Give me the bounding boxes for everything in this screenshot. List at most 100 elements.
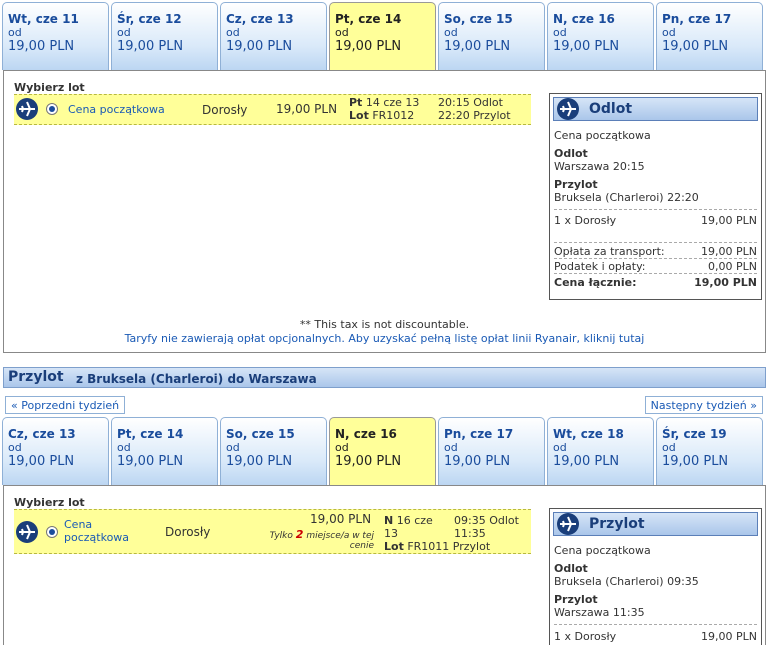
dep-time: 20:15 [438, 96, 470, 109]
tab-od: od [662, 441, 676, 454]
return-date-tab[interactable]: Pt, cze 14 od 19,00 PLN [111, 417, 218, 485]
outbound-date-tab-selected[interactable]: Pt, cze 14 od 19,00 PLN [329, 2, 436, 70]
fare-name[interactable]: Cena początkowa [68, 103, 165, 116]
tab-day: Pt, cze 14 [335, 12, 402, 26]
tax-note: ** This tax is not discountable. [299, 318, 470, 331]
return-panel: Wybierz lot Cena początkowa Dorosły 19,0… [3, 485, 766, 645]
tab-day: Wt, cze 18 [553, 427, 624, 441]
summary-arr-label: Przylot [554, 178, 598, 191]
return-date-tab[interactable]: Pn, cze 17 od 19,00 PLN [438, 417, 545, 485]
transport-value: 19,00 PLN [701, 245, 757, 258]
summary-header: Odlot [553, 97, 758, 121]
tab-price: 19,00 PLN [335, 39, 402, 54]
tab-price: 19,00 PLN [553, 454, 620, 469]
arr-label: Przylot [473, 109, 511, 122]
seats-left: Tylko 2 miejsce/a w tej [250, 528, 374, 541]
summary-header: Przylot [553, 512, 758, 536]
tab-day: Wt, cze 11 [8, 12, 79, 26]
tab-day: Pn, cze 17 [444, 427, 514, 441]
tab-od: od [335, 441, 349, 454]
summary-fare: Cena początkowa [554, 129, 651, 142]
return-flight-row[interactable]: Cena początkowa Dorosły 19,00 PLN Tylko … [14, 509, 531, 554]
return-date-tab[interactable]: Wt, cze 18 od 19,00 PLN [547, 417, 654, 485]
next-week-button[interactable]: Następny tydzień » [644, 396, 763, 414]
tab-price: 19,00 PLN [8, 454, 75, 469]
flight-price: 19,00 PLN [276, 102, 338, 116]
tab-price: 19,00 PLN [117, 39, 184, 54]
pax-price: 19,00 PLN [701, 630, 757, 643]
return-date-tab-selected[interactable]: N, cze 16 od 19,00 PLN [329, 417, 436, 485]
passenger-type: Dorosły [165, 525, 211, 539]
dep-time: 09:35 [454, 514, 486, 527]
outbound-date-tab[interactable]: Cz, cze 13 od 19,00 PLN [220, 2, 327, 70]
summary-arr-label: Przylot [554, 593, 598, 606]
summary-transport: Opłata za transport: 19,00 PLN [554, 245, 757, 258]
flight-price: 19,00 PLN [310, 512, 372, 526]
summary-total: Cena łącznie: 19,00 PLN [554, 276, 757, 289]
outbound-date-tabs: Wt, cze 11 od 19,00 PLN Śr, cze 12 od 19,00 … [2, 2, 764, 70]
tab-od: od [8, 441, 22, 454]
day-short: Pt [349, 96, 363, 109]
tax-label: Podatek i opłaty: [554, 260, 646, 273]
fare-name-line2[interactable]: początkowa [64, 531, 129, 544]
tab-od: od [117, 441, 131, 454]
tab-price: 19,00 PLN [226, 454, 293, 469]
divider [554, 273, 757, 274]
fare-radio[interactable] [46, 526, 58, 538]
arr-time: 22:20 [438, 109, 470, 122]
summary-tax: Podatek i opłaty: 0,00 PLN [554, 260, 757, 273]
tab-od: od [553, 26, 567, 39]
tab-day: Śr, cze 12 [117, 12, 182, 26]
outbound-date-tab[interactable]: Śr, cze 12 od 19,00 PLN [111, 2, 218, 70]
fare-radio[interactable] [46, 103, 58, 115]
tax-value: 0,00 PLN [708, 260, 757, 273]
tab-day: Cz, cze 13 [226, 12, 294, 26]
pax-label: 1 x Dorosły [554, 630, 617, 643]
outbound-date-tab[interactable]: Pn, cze 17 od 19,00 PLN [656, 2, 763, 70]
tab-price: 19,00 PLN [335, 454, 402, 469]
summary-fare: Cena początkowa [554, 544, 651, 557]
tab-price: 19,00 PLN [553, 39, 620, 54]
divider [554, 624, 757, 625]
return-date-tab[interactable]: So, cze 15 od 19,00 PLN [220, 417, 327, 485]
summary-arr-value: Bruksela (Charleroi) 22:20 [554, 191, 699, 204]
summary-dep-value: Bruksela (Charleroi) 09:35 [554, 575, 699, 588]
section-title: Przylot [8, 369, 64, 385]
outbound-date-tab[interactable]: Wt, cze 11 od 19,00 PLN [2, 2, 109, 70]
passenger-type: Dorosły [202, 103, 248, 117]
return-date-tab[interactable]: Cz, cze 13 od 19,00 PLN [2, 417, 109, 485]
tab-od: od [226, 26, 240, 39]
flight-number: Lot FR1012 [349, 109, 414, 122]
outbound-date-tab[interactable]: So, cze 15 od 19,00 PLN [438, 2, 545, 70]
lot-label: Lot [349, 109, 369, 122]
outbound-flight-row[interactable]: Cena początkowa Dorosły 19,00 PLN Pt 14 … [14, 94, 531, 125]
summary-passenger: 1 x Dorosły 19,00 PLN [554, 214, 757, 227]
divider [554, 258, 757, 259]
tab-day: Pn, cze 17 [662, 12, 732, 26]
outbound-date-tab[interactable]: N, cze 16 od 19,00 PLN [547, 2, 654, 70]
departure-time: 09:35 Odlot [454, 514, 519, 527]
tab-od: od [444, 441, 458, 454]
previous-week-button[interactable]: « Poprzedni tydzień [5, 396, 126, 414]
fares-info-link[interactable]: Taryfy nie zawierają opłat opcjonalnych.… [4, 332, 765, 345]
tab-price: 19,00 PLN [662, 39, 729, 54]
date-line1: 16 cze [396, 514, 433, 527]
seats-left-end: cenie [349, 541, 374, 551]
fare-name-line1[interactable]: Cena [64, 518, 92, 531]
choose-flight-label: Wybierz lot [14, 496, 85, 509]
flight-number: Lot FR1011 Przylot [384, 540, 490, 553]
section-route: z Bruksela (Charleroi) do Warszawa [76, 372, 317, 386]
return-date-tab[interactable]: Śr, cze 19 od 19,00 PLN [656, 417, 763, 485]
plane-icon [557, 513, 579, 535]
tab-price: 19,00 PLN [444, 39, 511, 54]
summary-passenger: 1 x Dorosły 19,00 PLN [554, 630, 757, 643]
tab-day: N, cze 16 [335, 427, 397, 441]
return-summary-box: Przylot Cena początkowa Odlot Bruksela (… [549, 508, 762, 645]
lot-label: Lot [384, 540, 404, 553]
arrival-time: 22:20 Przylot [438, 109, 511, 122]
pax-price: 19,00 PLN [701, 214, 757, 227]
tab-od: od [8, 26, 22, 39]
tab-price: 19,00 PLN [117, 454, 184, 469]
flight-date: Pt 14 cze 13 [349, 96, 419, 109]
seats-pre: Tylko [269, 531, 293, 541]
